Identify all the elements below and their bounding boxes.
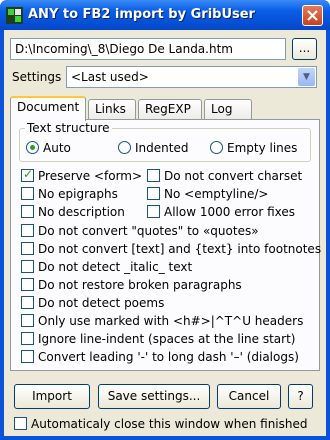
help-button[interactable]: ? <box>288 384 313 409</box>
checkbox-only-marked-headers[interactable]: Only use marked with <h#>|^T^U headers <box>21 314 303 328</box>
radio-indented[interactable]: Indented <box>118 141 188 155</box>
checkbox-icon <box>147 205 160 218</box>
checkbox-label: Ignore line-indent (spaces at the line s… <box>38 332 296 346</box>
checkbox-label: Convert leading '-' to long dash '–' (di… <box>38 350 299 364</box>
tab-bar: Document Links RegEXP Log <box>10 96 320 121</box>
close-button[interactable] <box>302 5 323 26</box>
close-icon <box>307 10 318 21</box>
checkbox-label: Only use marked with <h#>|^T^U headers <box>38 314 304 328</box>
checkbox-icon <box>147 187 160 200</box>
checkbox-no-description[interactable]: No description <box>21 205 125 219</box>
checkbox-icon <box>21 260 34 273</box>
checkbox-label: Do not convert charset <box>164 169 303 183</box>
dialog-body: D:\Incoming\_8\Diego De Landa.htm ... Se… <box>4 30 326 436</box>
settings-select-value: <Last used> <box>71 70 149 84</box>
radio-icon <box>210 141 223 154</box>
tab-regexp[interactable]: RegEXP <box>138 99 202 120</box>
checkbox-no-poems[interactable]: Do not detect poems <box>21 296 164 310</box>
radio-auto[interactable]: Auto <box>26 141 71 155</box>
import-window: ANY to FB2 import by GribUser D:\Incomin… <box>0 0 330 440</box>
file-path-input[interactable]: D:\Incoming\_8\Diego De Landa.htm <box>10 38 286 60</box>
checkbox-icon <box>21 332 34 345</box>
browse-button[interactable]: ... <box>292 38 317 60</box>
checkbox-icon <box>21 314 34 327</box>
checkbox-icon <box>21 278 34 291</box>
checkbox-label: No <emptyline/> <box>164 187 269 201</box>
checkbox-label: Do not detect poems <box>38 296 165 310</box>
tab-log[interactable]: Log <box>204 99 252 120</box>
checkbox-label: Preserve <form> <box>38 169 143 183</box>
checkbox-no-footnotes[interactable]: Do not convert [text] and {text} into fo… <box>21 242 321 256</box>
window-title: ANY to FB2 import by GribUser <box>28 7 255 22</box>
checkbox-icon <box>21 224 34 237</box>
radio-icon <box>118 141 131 154</box>
checkbox-allow-error-fixes[interactable]: Allow 1000 error fixes <box>147 205 295 219</box>
checkbox-ignore-line-indent[interactable]: Ignore line-indent (spaces at the line s… <box>21 332 295 346</box>
text-structure-group: Text structure Auto Indented Empty lines <box>19 121 311 162</box>
checkbox-label: Automaticaly close this window when fini… <box>31 417 308 431</box>
checkbox-icon <box>147 169 160 182</box>
app-icon <box>6 7 23 24</box>
checkbox-no-italic[interactable]: Do not detect _italic_ text <box>21 260 192 274</box>
checkbox-label: Do not restore broken paragraphs <box>38 278 242 292</box>
radio-empty-lines[interactable]: Empty lines <box>210 141 297 155</box>
checkbox-no-epigraphs[interactable]: No epigraphs <box>21 187 118 201</box>
checkbox-label: No description <box>38 205 125 219</box>
tab-links[interactable]: Links <box>88 99 136 120</box>
checkbox-long-dash[interactable]: Convert leading '-' to long dash '–' (di… <box>21 350 299 364</box>
title-bar[interactable]: ANY to FB2 import by GribUser <box>0 0 330 30</box>
radio-selected-icon <box>26 141 39 154</box>
checkbox-label: Allow 1000 error fixes <box>164 205 295 219</box>
checkbox-no-emptyline[interactable]: No <emptyline/> <box>147 187 268 201</box>
radio-empty-lines-label: Empty lines <box>227 141 298 155</box>
checkbox-icon <box>21 187 34 200</box>
checkbox-no-quotes[interactable]: Do not convert "quotes" to «quotes» <box>21 224 259 238</box>
checkbox-label: No epigraphs <box>38 187 118 201</box>
checkbox-no-restore-paragraphs[interactable]: Do not restore broken paragraphs <box>21 278 242 292</box>
checkbox-icon <box>14 417 27 430</box>
cancel-button[interactable]: Cancel <box>217 384 281 409</box>
checkbox-auto-close[interactable]: Automaticaly close this window when fini… <box>14 417 308 431</box>
checkbox-label: Do not convert [text] and {text} into fo… <box>38 242 322 256</box>
import-button[interactable]: Import <box>14 384 90 409</box>
document-tab-panel: Text structure Auto Indented Empty lines… <box>10 119 321 371</box>
checkbox-label: Do not convert "quotes" to «quotes» <box>38 224 259 238</box>
checkbox-no-convert-charset[interactable]: Do not convert charset <box>147 169 302 183</box>
checkbox-icon <box>21 242 34 255</box>
radio-auto-label: Auto <box>43 141 71 155</box>
settings-select[interactable]: <Last used> ▼ <box>66 66 317 88</box>
checkbox-icon <box>21 296 34 309</box>
radio-indented-label: Indented <box>135 141 189 155</box>
tab-document[interactable]: Document <box>10 96 86 121</box>
dropdown-arrow-icon[interactable]: ▼ <box>298 68 315 86</box>
text-structure-legend: Text structure <box>25 121 112 135</box>
checkbox-label: Do not detect _italic_ text <box>38 260 193 274</box>
checkbox-icon <box>21 205 34 218</box>
checkbox-icon <box>21 350 34 363</box>
checkbox-checked-icon <box>21 167 34 182</box>
save-settings-button[interactable]: Save settings... <box>98 384 210 409</box>
settings-label: Settings <box>12 70 62 84</box>
checkbox-preserve-form[interactable]: Preserve <form> <box>21 167 143 183</box>
